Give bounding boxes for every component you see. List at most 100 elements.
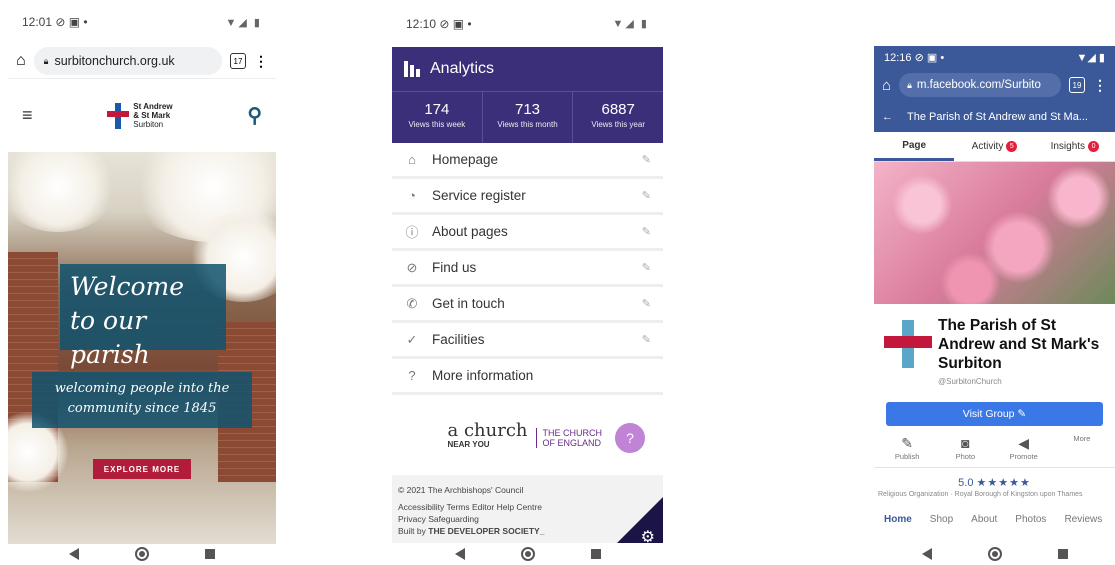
menu-item-find-us[interactable]: ⊘ Find us ✎	[392, 251, 663, 287]
page-profile-picture[interactable]	[884, 320, 932, 368]
tab-label: Activity	[971, 141, 1004, 152]
promote-button[interactable]: ◀ Promote	[995, 434, 1053, 461]
tab-switcher-button[interactable]: 19	[1069, 77, 1085, 93]
help-question-icon[interactable]: ?	[613, 421, 647, 455]
welcome-banner: Welcome to our parish	[60, 264, 226, 369]
stat-month: 713 Views this month	[483, 92, 574, 143]
welcome-subtitle: welcoming people into the community sinc…	[32, 372, 252, 428]
status-icons: ⊘ ▣ •	[439, 16, 472, 31]
menu-item-get-in-touch[interactable]: ✆ Get in touch ✎	[392, 287, 663, 323]
stat-label: Views this week	[408, 120, 466, 129]
check-circle-icon: ✓	[406, 331, 418, 347]
edit-pencil-icon[interactable]: ✎	[642, 261, 651, 274]
compose-icon: ✎	[901, 435, 913, 451]
section-tab-photos[interactable]: Photos	[1015, 514, 1046, 525]
section-tab-home[interactable]: Home	[884, 514, 912, 525]
page-handle: @SurbitonChurch	[938, 377, 1002, 386]
phone-icon: ✆	[406, 295, 418, 311]
category-text: Religious Organization · Royal Borough o…	[878, 491, 1083, 498]
status-bar: 12:16 ⊘ ▣ • ▼◢ ▮	[874, 46, 1115, 68]
menu-item-more-information[interactable]: ? More information	[392, 359, 663, 395]
stats-row: 174 Views this week 713 Views this month…	[392, 91, 663, 143]
edit-pencil-icon[interactable]: ✎	[642, 153, 651, 166]
stat-value: 174	[424, 101, 450, 118]
action-label: More	[1073, 434, 1091, 443]
analytics-icon	[404, 61, 420, 77]
back-arrow-icon[interactable]: ←	[882, 111, 893, 123]
home-button-icon[interactable]	[987, 547, 1002, 561]
status-time: 12:10	[406, 16, 437, 31]
lock-icon: 🔒︎	[907, 79, 912, 90]
a-church-near-you-logo: a church NEAR YOU THE CHURCH OF ENGLAND ?	[392, 401, 663, 475]
developer-society-link[interactable]: THE DEVELOPER SOCIETY_	[428, 526, 544, 536]
page-title-bar: ← The Parish of St Andrew and St Ma...	[874, 102, 1115, 132]
search-icon[interactable]: ⚲	[247, 103, 262, 128]
notification-badge: 5	[1006, 141, 1018, 152]
action-label: Photo	[955, 452, 976, 461]
hamburger-menu-icon[interactable]: ≡	[22, 105, 33, 126]
status-icons: ⊘ ▣ •	[55, 15, 88, 29]
home-icon[interactable]: ⌂	[16, 52, 26, 70]
recents-icon[interactable]	[590, 549, 601, 559]
stat-year: 6887 Views this year	[573, 92, 663, 143]
page-title: The Parish of St Andrew and St Ma...	[907, 111, 1088, 123]
status-bar: 12:01 ⊘ ▣ • ▼◢ ▮	[8, 0, 276, 44]
kebab-menu-icon[interactable]: ⋮	[254, 53, 268, 70]
info-icon: ⓘ	[405, 225, 419, 240]
menu-label: More information	[432, 368, 534, 383]
more-button[interactable]: More	[1053, 434, 1111, 461]
action-label: Publish	[894, 452, 920, 461]
stat-label: Views this year	[591, 120, 645, 129]
section-tab-about[interactable]: About	[971, 514, 997, 525]
explore-more-button[interactable]: EXPLORE MORE	[93, 459, 191, 479]
rating-value: 5.0	[958, 477, 974, 489]
menu-item-facilities[interactable]: ✓ Facilities ✎	[392, 323, 663, 359]
site-logo[interactable]: St Andrew & St Mark Surbiton	[107, 102, 173, 129]
menu-item-homepage[interactable]: ⌂ Homepage ✎	[392, 143, 663, 179]
menu-item-service-register[interactable]: ◔ Service register ✎	[392, 179, 663, 215]
recents-icon[interactable]	[1057, 549, 1068, 559]
edit-pencil-icon[interactable]: ✎	[642, 225, 651, 238]
visit-group-button[interactable]: Visit Group ✎	[886, 402, 1103, 426]
back-icon[interactable]	[921, 548, 932, 560]
home-button-icon[interactable]	[135, 547, 149, 561]
facebook-top-bar: 12:16 ⊘ ▣ • ▼◢ ▮ ⌂ 🔒︎ m.facebook.com/Sur…	[874, 46, 1115, 132]
recents-icon[interactable]	[205, 549, 215, 559]
analytics-header: Analytics	[392, 47, 663, 91]
menu-item-about-pages[interactable]: ⓘ About pages ✎	[392, 215, 663, 251]
edit-pencil-icon[interactable]: ✎	[642, 297, 651, 310]
tab-insights[interactable]: Insights 0	[1035, 132, 1115, 161]
publish-button[interactable]: ✎ Publish	[878, 434, 936, 461]
cover-photo[interactable]	[874, 162, 1115, 304]
android-nav-bar	[874, 543, 1115, 565]
action-row: ✎ Publish ◙ Photo ◀ Promote More	[874, 434, 1115, 468]
hero-image: Welcome to our parish welcoming people i…	[8, 152, 276, 544]
compass-icon: ⊘	[406, 259, 418, 275]
home-button-icon[interactable]	[520, 547, 535, 561]
signal-battery-icons: ▼◢ ▮	[1076, 51, 1105, 64]
tab-activity[interactable]: Activity 5	[954, 132, 1034, 161]
house-icon: ⌂	[408, 152, 416, 167]
page-name: The Parish of St Andrew and St Mark's Su…	[938, 317, 1100, 372]
tab-page[interactable]: Page	[874, 132, 955, 161]
tab-switcher-button[interactable]: 17	[230, 53, 246, 69]
photo-button[interactable]: ◙ Photo	[936, 434, 994, 461]
menu-label: Facilities	[432, 332, 485, 347]
home-icon[interactable]: ⌂	[882, 77, 891, 94]
back-icon[interactable]	[69, 548, 79, 560]
back-icon[interactable]	[454, 548, 465, 560]
status-icons: ⊘ ▣ •	[914, 51, 945, 64]
edit-pencil-icon[interactable]: ✎	[642, 189, 651, 202]
analytics-title: Analytics	[430, 60, 495, 77]
section-tab-reviews[interactable]: Reviews	[1064, 514, 1102, 525]
status-bar: 12:10 ⊘ ▣ • ▼◢ ▮	[392, 0, 663, 47]
url-field[interactable]: 🔒︎ surbitonchurch.org.uk	[33, 47, 222, 75]
section-tab-shop[interactable]: Shop	[930, 514, 953, 525]
url-field[interactable]: 🔒︎ m.facebook.com/Surbito	[899, 73, 1061, 97]
menu-label: Find us	[432, 260, 477, 275]
page-tabs: Page Activity 5 Insights 0	[874, 132, 1115, 162]
tab-label: Insights	[1050, 141, 1086, 152]
edit-pencil-icon[interactable]: ✎	[642, 333, 651, 346]
kebab-menu-icon[interactable]: ⋮	[1093, 77, 1107, 94]
rating-block: 5.0 ★★★★★ Religious Organization · Royal…	[874, 468, 1115, 498]
